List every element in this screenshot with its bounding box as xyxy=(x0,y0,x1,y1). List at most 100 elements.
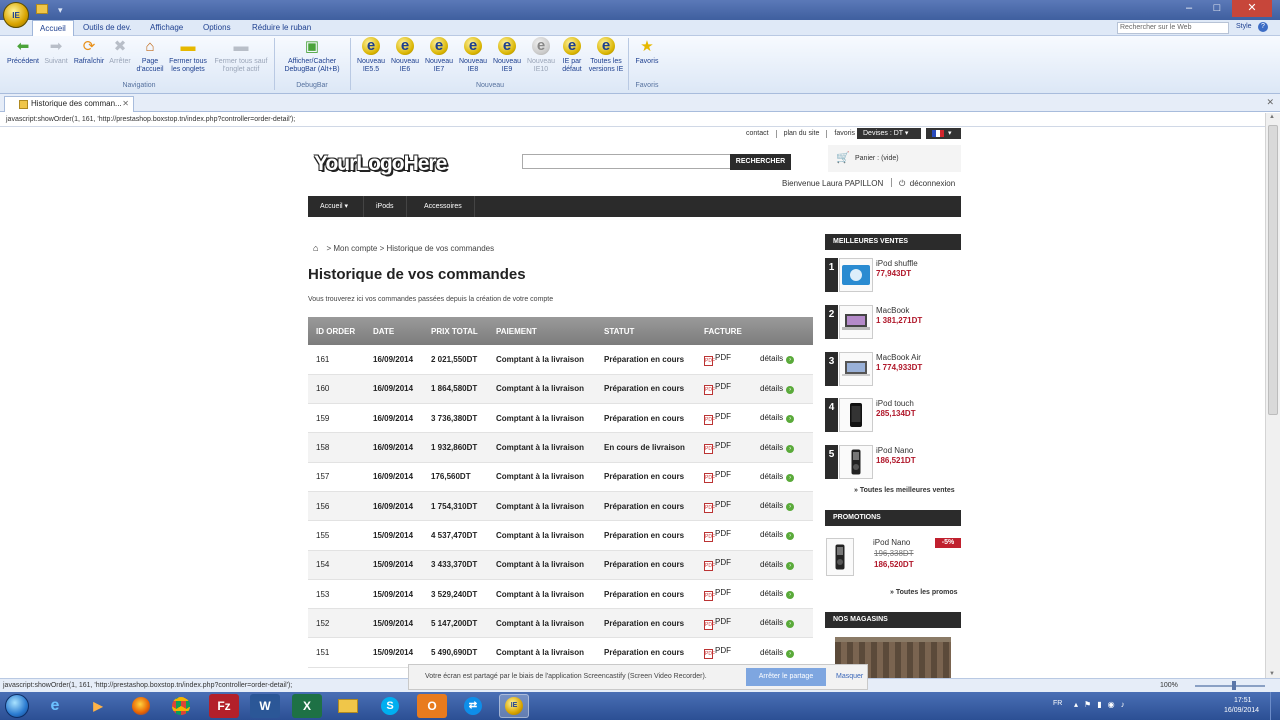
quick-access-dropdown-icon[interactable]: ▾ xyxy=(58,5,63,16)
bestseller-item[interactable]: 3 MacBook Air 1 774,933DT xyxy=(825,351,961,386)
table-row[interactable]: 157 16/09/2014 176,560DT Comptant à la livr… xyxy=(308,462,813,492)
bestseller-item[interactable]: 1 iPod shuffle 77,943DT xyxy=(825,258,961,292)
order-details-link[interactable]: détails › xyxy=(752,432,813,463)
close-all-icon[interactable]: ✕ xyxy=(1266,97,1274,108)
table-row[interactable]: 161 16/09/2014 2 021,550DT Comptant à la li… xyxy=(308,345,813,375)
invoice-pdf-link[interactable]: PDFPDF xyxy=(696,403,752,434)
table-row[interactable]: 154 15/09/2014 3 433,370DT Comptant à la li… xyxy=(308,550,813,580)
new-ie8-button[interactable]: e Nouveau IE8 xyxy=(456,37,490,74)
taskbar-teamviewer-icon[interactable]: ⇄ xyxy=(458,694,488,718)
order-details-link[interactable]: détails › xyxy=(752,579,813,610)
bestseller-item[interactable]: 2 MacBook 1 381,271DT xyxy=(825,304,961,339)
logout-link[interactable]: ⏻ déconnexion xyxy=(899,179,955,189)
app-menu-orb[interactable]: IE xyxy=(3,2,29,28)
hide-notification-link[interactable]: Masquer xyxy=(836,665,863,689)
back-button[interactable]: ⬅ Précédent xyxy=(5,38,41,66)
table-row[interactable]: 153 15/09/2014 3 529,240DT Comptant à la li… xyxy=(308,579,813,610)
scroll-down-icon[interactable]: ▼ xyxy=(1269,671,1275,677)
debugbar-toggle-button[interactable]: ▣ Afficher/Cacher DebugBar (Alt+B) xyxy=(276,38,348,74)
taskbar-outlook-icon[interactable]: O xyxy=(417,694,447,718)
bestseller-item[interactable]: 4 iPod touch 285,134DT xyxy=(825,398,961,433)
invoice-pdf-link[interactable]: PDFPDF xyxy=(696,491,752,522)
taskbar-internet-explorer-icon[interactable]: e xyxy=(40,694,70,718)
tab-order-history[interactable]: Historique des comman... ✕ xyxy=(4,96,134,112)
bestseller-image[interactable] xyxy=(839,398,873,433)
language-selector[interactable]: ▾ xyxy=(926,128,961,139)
order-details-link[interactable]: détails › xyxy=(752,637,813,668)
bestseller-image[interactable] xyxy=(839,445,873,480)
invoice-pdf-link[interactable]: PDFPDF xyxy=(696,550,752,580)
start-button[interactable] xyxy=(5,694,29,718)
all-bestsellers-link[interactable]: » Toutes les meilleures ventes xyxy=(854,487,955,494)
taskbar-filezilla-icon[interactable]: Fz xyxy=(209,694,239,718)
close-all-tabs-button[interactable]: ▬ Fermer tous les onglets xyxy=(166,38,210,74)
contact-link[interactable]: contact xyxy=(746,130,777,138)
table-row[interactable]: 152 15/09/2014 5 147,200DT Comptant à la li… xyxy=(308,608,813,639)
order-details-link[interactable]: détails › xyxy=(752,550,813,580)
home-icon[interactable]: ⌂ xyxy=(313,243,318,253)
favorites-button[interactable]: ★ Favoris xyxy=(630,38,664,66)
scroll-up-icon[interactable]: ▲ xyxy=(1269,114,1275,120)
order-details-link[interactable]: détails › xyxy=(752,608,813,639)
table-row[interactable]: 158 16/09/2014 1 932,860DT Comptant à la li… xyxy=(308,432,813,463)
table-row[interactable]: 156 16/09/2014 1 754,310DT Comptant à la li… xyxy=(308,491,813,522)
taskbar-media-player-icon[interactable]: ▶ xyxy=(83,694,113,718)
zoom-level[interactable]: 100% xyxy=(1160,679,1178,692)
bestseller-image[interactable] xyxy=(839,304,873,339)
all-ie-versions-button[interactable]: e Toutes les versions IE xyxy=(586,37,626,74)
order-details-link[interactable]: détails › xyxy=(752,491,813,522)
refresh-button[interactable]: ⟳ Rafraîchir xyxy=(70,38,108,66)
new-ie7-button[interactable]: e Nouveau IE7 xyxy=(422,37,456,74)
nav-ipods[interactable]: iPods xyxy=(364,196,407,217)
sitemap-link[interactable]: plan du site xyxy=(777,130,828,138)
invoice-pdf-link[interactable]: PDFPDF xyxy=(696,520,752,551)
clock-date[interactable]: 16/09/2014 xyxy=(1224,707,1259,714)
close-window-button[interactable]: ✕ xyxy=(1232,0,1272,17)
order-details-link[interactable]: détails › xyxy=(752,403,813,434)
web-search-input[interactable]: Rechercher sur le Web xyxy=(1117,22,1229,34)
promo-product-image[interactable] xyxy=(826,538,854,576)
order-details-link[interactable]: détails › xyxy=(752,345,813,375)
search-button[interactable]: RECHERCHER xyxy=(730,154,791,170)
table-row[interactable]: 159 16/09/2014 3 736,380DT Comptant à la li… xyxy=(308,403,813,434)
table-row[interactable]: 155 15/09/2014 4 537,470DT Comptant à la li… xyxy=(308,520,813,551)
new-ie6-button[interactable]: e Nouveau IE6 xyxy=(388,37,422,74)
ie-default-button[interactable]: e IE par défaut xyxy=(557,37,587,74)
bestseller-name[interactable]: iPod shuffle xyxy=(876,259,918,268)
nav-accessoires[interactable]: Accessoires xyxy=(412,196,475,217)
taskbar-chrome-icon[interactable] xyxy=(166,694,196,718)
zoom-slider-knob[interactable] xyxy=(1232,681,1236,690)
invoice-pdf-link[interactable]: PDFPDF xyxy=(696,345,752,375)
new-ie10-button[interactable]: e Nouveau IE10 xyxy=(524,37,558,74)
cart-block[interactable]: 🛒 Panier : (vide) xyxy=(828,145,961,172)
taskbar-ie-tester-icon[interactable]: IE xyxy=(499,694,529,718)
quick-access-folder-icon[interactable] xyxy=(36,4,48,14)
home-page-button[interactable]: ⌂ Page d'accueil xyxy=(132,38,168,74)
forward-button[interactable]: ➡ Suivant xyxy=(40,38,72,66)
maximize-button[interactable]: □ xyxy=(1204,0,1230,17)
table-row[interactable]: 160 16/09/2014 1 864,580DT Comptant à la li… xyxy=(308,374,813,405)
bestseller-image[interactable] xyxy=(839,258,873,292)
taskbar-skype-icon[interactable]: S xyxy=(375,694,405,718)
order-details-link[interactable]: détails › xyxy=(752,462,813,492)
bestseller-name[interactable]: iPod Nano xyxy=(876,446,913,455)
system-tray-icons[interactable]: ▴⚑▮◉♪ xyxy=(1074,700,1131,709)
table-row[interactable]: 151 15/09/2014 5 490,690DT Comptant à la li… xyxy=(308,637,813,668)
invoice-pdf-link[interactable]: PDFPDF xyxy=(696,432,752,463)
nav-accueil[interactable]: Accueil ▾ xyxy=(308,196,364,217)
bestseller-image[interactable] xyxy=(839,351,873,386)
bestseller-item[interactable]: 5 iPod Nano 186,521DT xyxy=(825,445,961,480)
scrollbar-thumb[interactable] xyxy=(1268,125,1278,415)
new-ie9-button[interactable]: e Nouveau IE9 xyxy=(490,37,524,74)
tab-outils-dev[interactable]: Outils de dev. xyxy=(76,20,138,36)
input-language[interactable]: FR xyxy=(1053,700,1062,707)
vertical-scrollbar[interactable]: ▲ ▼ xyxy=(1265,113,1280,678)
show-desktop-button[interactable] xyxy=(1270,692,1280,720)
invoice-pdf-link[interactable]: PDFPDF xyxy=(696,579,752,610)
help-icon[interactable]: ? xyxy=(1258,22,1268,32)
tab-options[interactable]: Options xyxy=(196,20,238,36)
stop-sharing-button[interactable]: Arrêter le partage xyxy=(746,668,826,686)
invoice-pdf-link[interactable]: PDFPDF xyxy=(696,608,752,639)
bestseller-name[interactable]: MacBook xyxy=(876,306,909,315)
style-menu[interactable]: Style xyxy=(1236,23,1252,30)
